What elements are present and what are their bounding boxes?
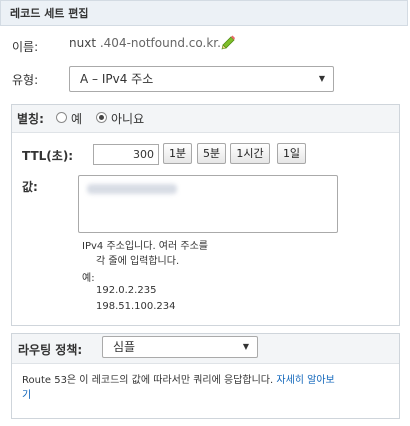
value-label: 값:	[22, 180, 38, 194]
value-example-2: 198.51.100.234	[96, 301, 176, 312]
ttl-1min-button[interactable]: 1분	[163, 143, 192, 164]
name-label: 이름:	[12, 40, 39, 54]
panel-title: 레코드 세트 편집	[10, 7, 89, 20]
type-label: 유형:	[12, 73, 39, 87]
record-name-domain: .404-notfound.co.kr.	[99, 36, 221, 50]
value-help-line2: 각 줄에 입력합니다.	[96, 256, 180, 267]
redacted-ip-value	[87, 184, 177, 194]
value-help-line1: IPv4 주소입니다. 여러 주소를	[82, 241, 208, 252]
routing-desc-text: Route 53은 이 레코드의 값에 따라서만 쿼리에 응답합니다.	[22, 375, 274, 386]
chevron-down-icon: ▼	[242, 342, 249, 351]
routing-select[interactable]: 심플 ▼	[102, 336, 258, 358]
alias-label: 별칭:	[17, 112, 44, 126]
ttl-input[interactable]: 300	[93, 144, 159, 165]
ttl-1hour-button[interactable]: 1시간	[230, 143, 270, 164]
routing-description: Route 53은 이 레코드의 값에 따라서만 쿼리에 응답합니다. 자세히 …	[22, 373, 392, 403]
alias-no-label[interactable]: 아니요	[111, 110, 144, 127]
alias-yes-radio[interactable]	[56, 112, 67, 123]
ttl-5min-button[interactable]: 5분	[197, 143, 226, 164]
type-select[interactable]: A – IPv4 주소 ▼	[69, 66, 334, 92]
pencil-icon[interactable]	[220, 34, 236, 50]
ttl-label: TTL(초):	[22, 149, 74, 163]
alias-no-radio[interactable]	[96, 112, 107, 123]
record-name-prefix: nuxt	[69, 36, 97, 50]
learn-more-link[interactable]: 자세히 알아보	[276, 375, 334, 386]
record-name: nuxt .404-notfound.co.kr.	[69, 36, 221, 50]
routing-label: 라우팅 정책:	[18, 343, 83, 357]
value-textarea[interactable]	[78, 175, 338, 233]
chevron-down-icon: ▼	[318, 74, 325, 83]
value-example-label: 예:	[82, 273, 95, 284]
learn-more-link-cont[interactable]: 기	[22, 390, 31, 401]
type-select-value: A – IPv4 주소	[80, 72, 154, 86]
value-example-1: 192.0.2.235	[96, 285, 157, 296]
routing-select-value: 심플	[113, 340, 136, 354]
alias-yes-label[interactable]: 예	[71, 110, 82, 127]
ttl-1day-button[interactable]: 1일	[277, 143, 306, 164]
panel-header: 레코드 세트 편집	[0, 0, 408, 26]
